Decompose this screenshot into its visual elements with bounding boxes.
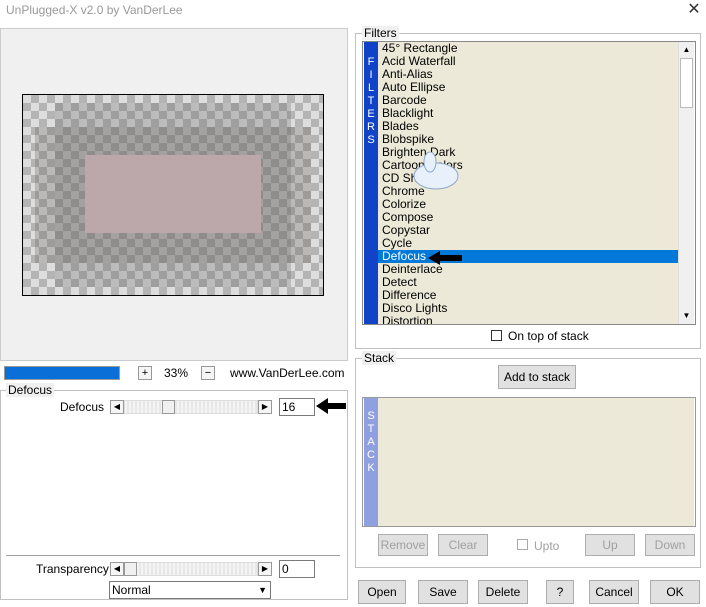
transparency-label: Transparency [36,562,109,576]
filters-side-letter: F [367,56,375,68]
transparency-increase-button[interactable]: ▶ [258,562,272,576]
down-button[interactable]: Down [645,534,695,556]
stack-side-bar: STACK [364,398,378,526]
transparency-value-field[interactable]: 0 [279,560,315,578]
save-button[interactable]: Save [418,580,468,604]
transparency-slider-track[interactable] [124,562,258,576]
stack-list[interactable] [378,398,694,526]
open-button[interactable]: Open [358,580,406,604]
add-to-stack-button[interactable]: Add to stack [498,365,576,389]
stack-group-label: Stack [362,351,397,365]
defocus-value-field[interactable]: 16 [279,398,315,416]
clear-button[interactable]: Clear [438,534,488,556]
scroll-up-icon[interactable]: ▲ [679,42,694,57]
on-top-checkbox[interactable] [491,330,502,341]
upto-checkbox[interactable] [517,539,528,550]
defocus-increase-button[interactable]: ▶ [258,400,272,414]
stack-side-letter: T [367,423,375,435]
window-title: UnPlugged-X v2.0 by VanDerLee [6,3,183,17]
blend-mode-select[interactable]: Normal ▼ [109,581,271,599]
website-link[interactable]: www.VanDerLee.com [230,366,345,380]
ok-button[interactable]: OK [650,580,700,604]
cancel-button[interactable]: Cancel [589,580,639,604]
upto-label: Upto [534,539,560,553]
filter-list-item[interactable]: Copystar [378,224,678,237]
filter-list-item[interactable]: Deinterlace [378,263,678,276]
close-icon[interactable]: ✕ [686,2,702,18]
transparency-decrease-button[interactable]: ◀ [110,562,124,576]
separator-line [6,555,340,556]
preview-image-core [85,155,261,233]
filters-side-letter: R [367,121,375,133]
filter-list-item[interactable]: Distortion [378,315,678,325]
defocus-decrease-button[interactable]: ◀ [110,400,124,414]
filter-list-item[interactable]: Blacklight [378,107,678,120]
stack-side-letter: S [367,410,375,422]
stack-side-letter: C [367,449,375,461]
filters-side-letter: L [367,82,375,94]
up-button[interactable]: Up [585,534,635,556]
filter-group-label: Defocus [6,383,55,397]
zoom-value: 33% [163,366,189,380]
defocus-slider-thumb[interactable] [162,400,175,414]
stack-side-letter: K [367,462,375,474]
scroll-down-icon[interactable]: ▼ [679,308,694,323]
defocus-pointer-arrow-icon [316,398,346,414]
filters-side-letter: S [367,134,375,146]
zoom-in-button[interactable]: + [138,366,152,380]
filters-side-letter: T [367,95,375,107]
defocus-slider-track[interactable] [124,400,258,414]
filters-group-label: Filters [362,26,399,40]
stack-side-letter: A [367,436,375,448]
help-button[interactable]: ? [546,580,574,604]
filters-side-letter: I [369,69,373,81]
blend-mode-value: Normal [112,583,151,597]
chevron-down-icon: ▼ [258,585,267,595]
transparency-slider-thumb[interactable] [124,562,137,576]
zoom-out-button[interactable]: − [201,366,215,380]
filters-side-letter: E [367,108,375,120]
progress-bar [4,366,120,380]
delete-button[interactable]: Delete [478,580,528,604]
preview-canvas[interactable] [22,94,324,296]
selected-pointer-arrow-icon [428,251,462,265]
filters-scrollbar[interactable]: ▲ ▼ [678,42,694,324]
on-top-label: On top of stack [508,329,589,343]
hand-cursor-icon [413,151,459,190]
scroll-thumb[interactable] [680,58,693,108]
remove-button[interactable]: Remove [378,534,428,556]
filters-side-bar: FILTERS [364,42,378,324]
progress-fill [5,367,119,379]
defocus-label: Defocus [60,400,105,414]
